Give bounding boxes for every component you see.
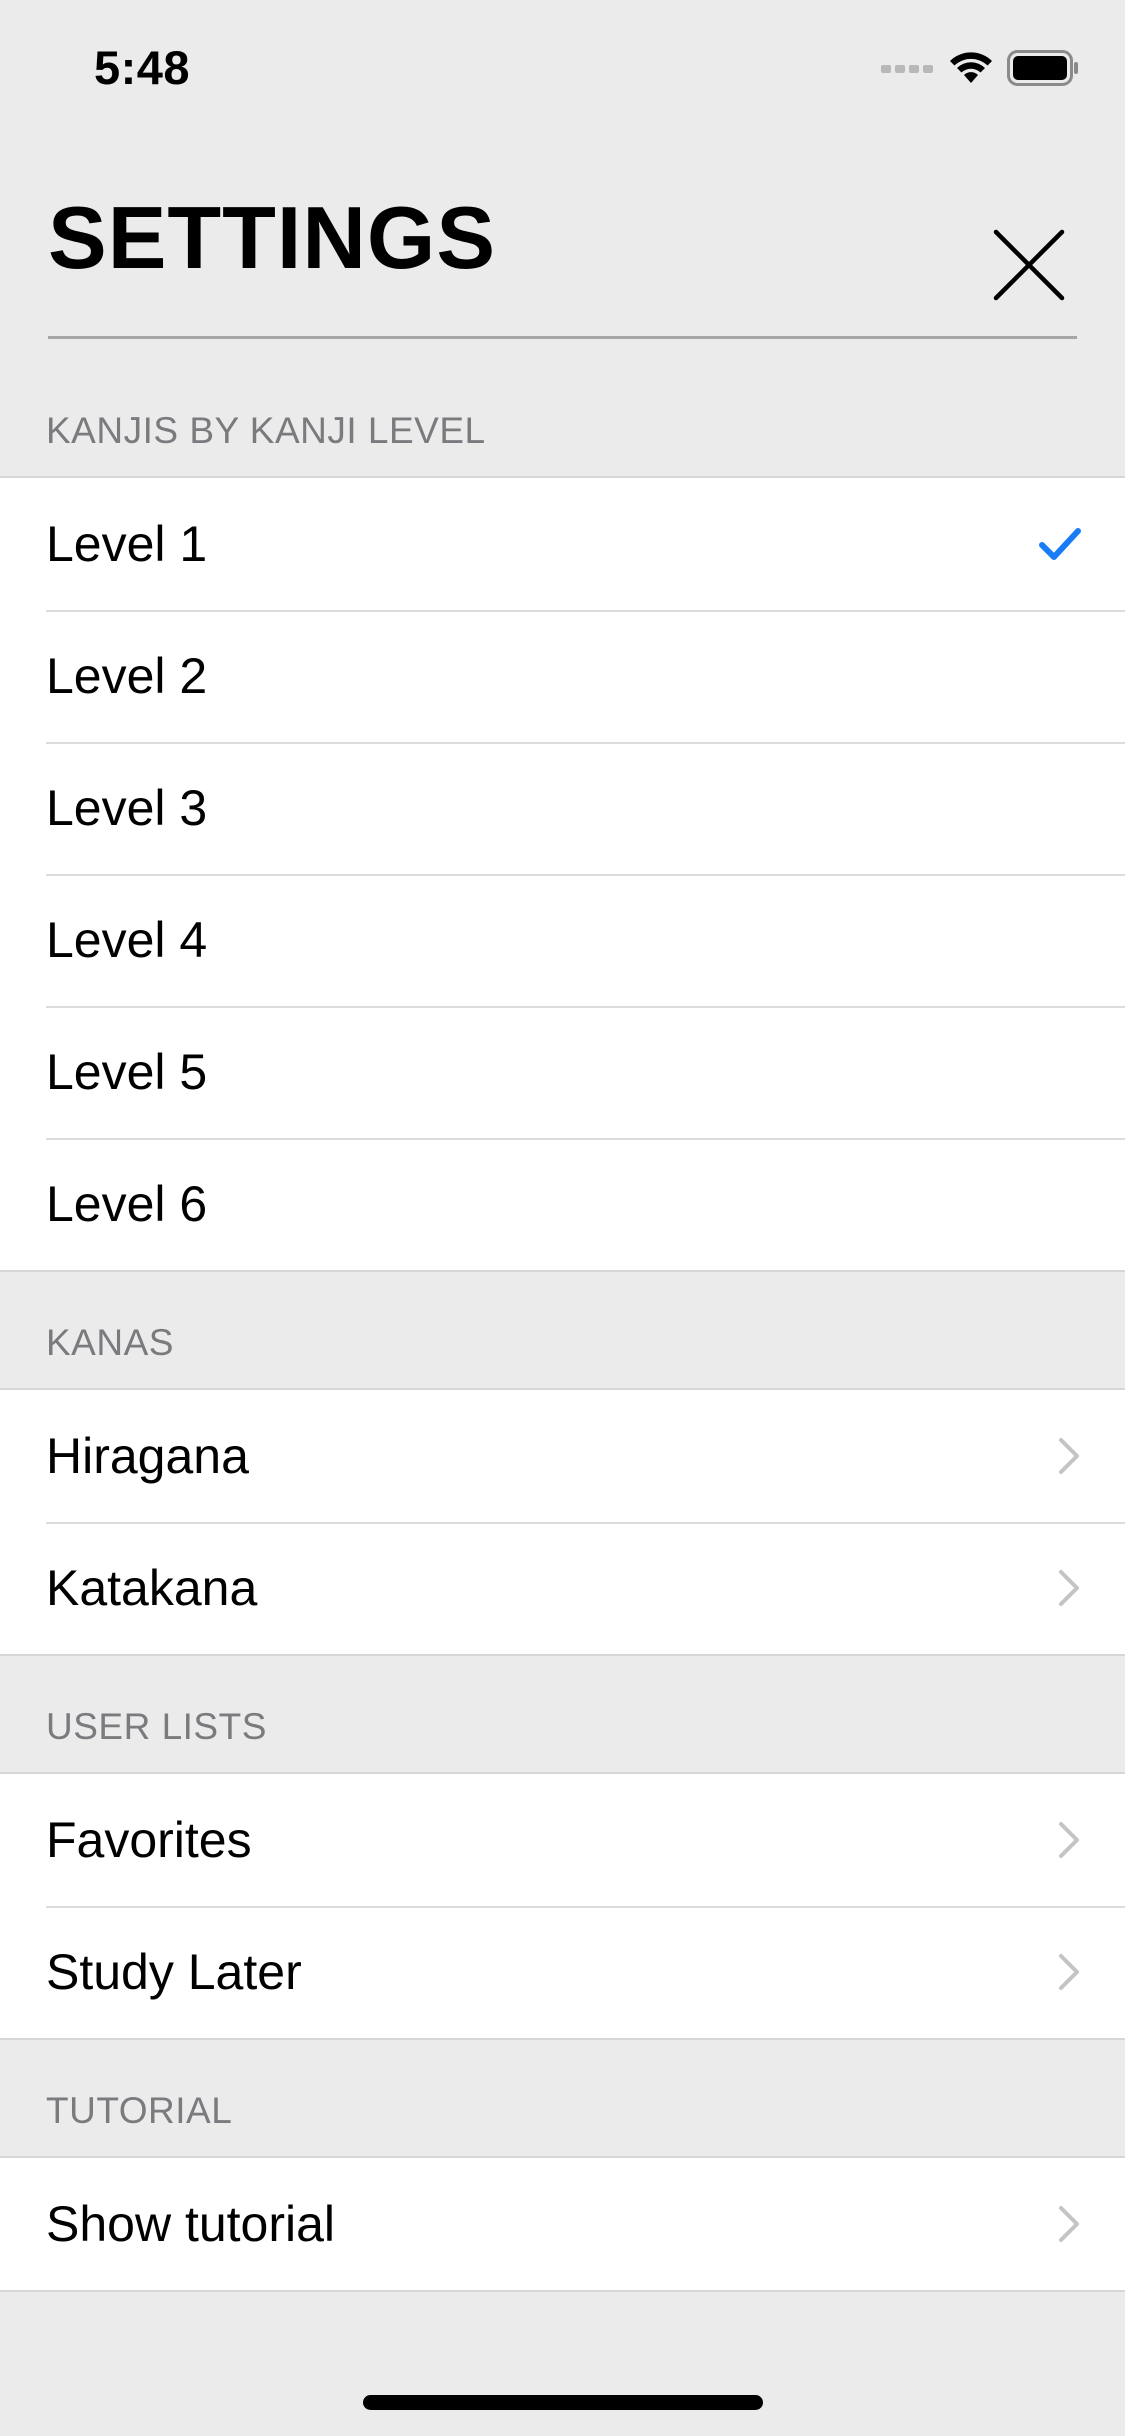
kanas-group: Hiragana Katakana [0,1388,1125,1656]
section-header-kanas: KANAS [46,1322,174,1363]
level-row-1[interactable]: Level 1 [0,478,1125,610]
row-hiragana[interactable]: Hiragana [0,1390,1125,1522]
section-header-tutorial: TUTORIAL [46,2090,233,2131]
section-header-user-lists: USER LISTS [46,1706,267,1747]
chevron-right-icon [1057,1568,1081,1608]
level-row-5[interactable]: Level 5 [0,1006,1125,1138]
chevron-right-icon [1057,1952,1081,1992]
status-time: 5:48 [94,41,191,94]
row-label: Katakana [46,1560,258,1616]
row-show-tutorial[interactable]: Show tutorial [0,2158,1125,2290]
status-bar: 5:48 [0,0,1125,140]
chevron-right-icon [1057,2204,1081,2244]
row-label: Study Later [46,1944,302,2000]
cellular-signal-icon [881,61,935,80]
level-row-6[interactable]: Level 6 [0,1138,1125,1270]
row-favorites[interactable]: Favorites [0,1774,1125,1906]
level-label: Level 5 [46,1044,208,1100]
section-header-kanji-levels: KANJIS BY KANJI LEVEL [46,410,486,451]
row-katakana[interactable]: Katakana [0,1522,1125,1654]
level-label: Level 6 [46,1176,208,1232]
level-label: Level 3 [46,780,208,836]
battery-icon [1007,50,1079,91]
wifi-icon [949,51,993,90]
level-row-3[interactable]: Level 3 [0,742,1125,874]
header-divider [48,336,1077,339]
level-label: Level 1 [46,516,208,572]
checkmark-icon [1039,527,1081,561]
row-study-later[interactable]: Study Later [0,1906,1125,2038]
home-indicator[interactable] [363,2395,763,2410]
chevron-right-icon [1057,1436,1081,1476]
chevron-right-icon [1057,1820,1081,1860]
level-row-2[interactable]: Level 2 [0,610,1125,742]
row-label: Favorites [46,1812,252,1868]
user-lists-group: Favorites Study Later [0,1772,1125,2040]
settings-header: SETTINGS [0,140,1125,340]
close-button[interactable] [990,226,1068,304]
close-icon [993,229,1065,301]
kanji-levels-group: Level 1 Level 2 Level 3 Level 4 Level 5 … [0,476,1125,1272]
tutorial-group: Show tutorial [0,2156,1125,2292]
row-label: Hiragana [46,1428,249,1484]
level-label: Level 2 [46,648,208,704]
level-label: Level 4 [46,912,208,968]
status-icons [881,50,1079,91]
row-label: Show tutorial [46,2196,336,2252]
page-title: SETTINGS [48,188,497,287]
level-row-4[interactable]: Level 4 [0,874,1125,1006]
